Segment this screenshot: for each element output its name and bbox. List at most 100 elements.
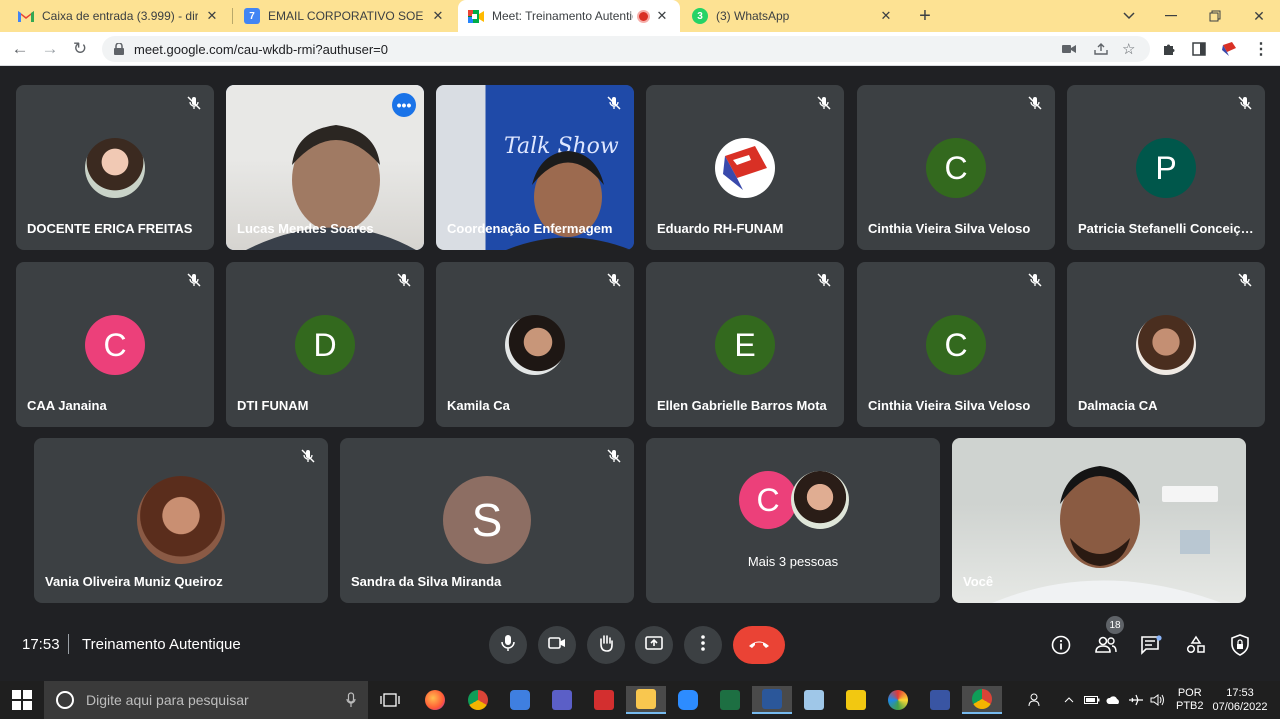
tab-title: Meet: Treinamento Autentique xyxy=(492,9,633,23)
present-screen-button[interactable] xyxy=(635,626,673,664)
side-panel-icon[interactable] xyxy=(1190,40,1208,58)
microphone-icon[interactable] xyxy=(346,692,356,711)
tab-title: EMAIL CORPORATIVO SOEBRAS/ xyxy=(268,9,424,23)
close-tab-icon[interactable]: ✕ xyxy=(204,8,220,24)
participant-tile[interactable]: Vania Oliveira Muniz Queiroz xyxy=(34,438,328,603)
acrobat-icon[interactable] xyxy=(584,686,624,714)
participant-tile[interactable]: C CAA Janaina xyxy=(16,262,214,427)
hand-icon xyxy=(598,634,614,657)
chrome-menu-icon[interactable]: ⋮ xyxy=(1252,40,1270,58)
close-tab-icon[interactable]: ✕ xyxy=(878,8,894,24)
tab-title: (3) WhatsApp xyxy=(716,9,790,23)
participant-name: DTI FUNAM xyxy=(237,398,309,413)
tab-search-chevron-icon[interactable] xyxy=(1108,0,1150,32)
close-window-icon[interactable]: ✕ xyxy=(1238,0,1280,32)
self-view-tile[interactable]: Você xyxy=(952,438,1246,603)
minimize-icon[interactable] xyxy=(1150,0,1192,32)
participant-tile[interactable]: E Ellen Gabrielle Barros Mota xyxy=(646,262,844,427)
bookmark-star-icon[interactable]: ☆ xyxy=(1122,36,1135,62)
windows-start-icon[interactable] xyxy=(12,690,32,710)
participant-tile[interactable]: Kamila Ca xyxy=(436,262,634,427)
meet-icon xyxy=(468,8,484,24)
participant-tile[interactable]: ••• Lucas Mendes Soares xyxy=(226,85,424,250)
activities-icon[interactable] xyxy=(1183,632,1209,658)
tab-email-corporativo[interactable]: 7 EMAIL CORPORATIVO SOEBRAS/ ✕ xyxy=(234,0,456,32)
file-explorer-icon[interactable] xyxy=(626,686,666,714)
close-tab-icon[interactable]: ✕ xyxy=(430,8,446,24)
tab-title: Caixa de entrada (3.999) - diretor xyxy=(42,9,198,23)
settings-app-icon[interactable] xyxy=(500,686,540,714)
more-people-tile[interactable]: C Mais 3 pessoas xyxy=(646,438,940,603)
teams-icon[interactable] xyxy=(542,686,582,714)
participant-name: Você xyxy=(963,574,994,589)
meeting-info-icon[interactable] xyxy=(1048,632,1074,658)
taskbar-search-input[interactable]: Digite aqui para pesquisar xyxy=(44,681,368,719)
tab-gmail[interactable]: Caixa de entrada (3.999) - diretor ✕ xyxy=(8,0,230,32)
mic-off-icon xyxy=(186,272,202,288)
raise-hand-button[interactable] xyxy=(587,626,625,664)
mic-off-icon xyxy=(1237,95,1253,111)
mic-off-icon xyxy=(1027,272,1043,288)
camera-in-use-icon[interactable] xyxy=(1062,36,1076,62)
more-options-icon[interactable]: ••• xyxy=(392,93,416,117)
participant-tile[interactable]: C Cinthia Vieira Silva Veloso xyxy=(857,262,1055,427)
leave-call-button[interactable] xyxy=(733,626,785,664)
chrome-active-icon[interactable] xyxy=(962,686,1002,714)
mic-off-icon xyxy=(396,272,412,288)
participant-tile[interactable]: Eduardo RH-FUNAM xyxy=(646,85,844,250)
zoom-icon[interactable] xyxy=(668,686,708,714)
airplane-mode-icon[interactable] xyxy=(1128,681,1144,719)
more-options-button[interactable] xyxy=(684,626,722,664)
participant-name: Cinthia Vieira Silva Veloso xyxy=(868,221,1031,236)
mic-off-icon xyxy=(606,272,622,288)
battery-icon[interactable] xyxy=(1084,681,1100,719)
people-icon[interactable] xyxy=(1093,632,1119,658)
tab-whatsapp[interactable]: 3 (3) WhatsApp ✕ xyxy=(682,0,904,32)
microphone-button[interactable] xyxy=(489,626,527,664)
chrome-icon[interactable] xyxy=(458,686,498,714)
close-tab-icon[interactable]: ✕ xyxy=(654,8,670,24)
word-icon[interactable] xyxy=(752,686,792,714)
people-tray-icon[interactable] xyxy=(1028,681,1044,719)
system-clock[interactable]: 17:53 07/06/2022 xyxy=(1208,681,1272,719)
participant-tile[interactable]: C Cinthia Vieira Silva Veloso xyxy=(857,85,1055,250)
participant-tile[interactable]: Dalmacia CA xyxy=(1067,262,1265,427)
extensions-puzzle-icon[interactable] xyxy=(1160,40,1178,58)
forward-arrow-icon[interactable]: → xyxy=(38,37,62,61)
volume-icon[interactable] xyxy=(1150,681,1166,719)
profile-extension-icon[interactable] xyxy=(1220,40,1238,58)
power-bi-icon[interactable] xyxy=(836,686,876,714)
participant-tile[interactable]: DOCENTE ERICA FREITAS xyxy=(16,85,214,250)
more-vert-icon xyxy=(701,634,705,656)
restore-icon[interactable] xyxy=(1194,0,1236,32)
share-icon[interactable] xyxy=(1094,36,1108,62)
task-view-icon[interactable] xyxy=(370,686,410,714)
chat-icon[interactable] xyxy=(1138,632,1164,658)
language-indicator[interactable]: POR PTB2 xyxy=(1176,681,1204,719)
host-controls-lock-icon[interactable] xyxy=(1227,632,1253,658)
back-arrow-icon[interactable]: ← xyxy=(8,37,32,61)
camera-button[interactable] xyxy=(538,626,576,664)
avatar: P xyxy=(1136,138,1196,198)
participant-tile[interactable]: Talk Show Coordenação Enfermagem xyxy=(436,85,634,250)
address-bar[interactable]: meet.google.com/cau-wkdb-rmi?authuser=0 … xyxy=(102,36,1150,62)
excel-icon[interactable] xyxy=(710,686,750,714)
paint-icon[interactable] xyxy=(878,686,918,714)
avatar xyxy=(1136,315,1196,375)
new-tab-button[interactable]: + xyxy=(914,6,936,28)
firefox-icon[interactable] xyxy=(415,686,455,714)
tab-meet[interactable]: Meet: Treinamento Autentique ✕ xyxy=(458,0,680,32)
meeting-title: Treinamento Autentique xyxy=(82,636,241,653)
onedrive-icon[interactable] xyxy=(1106,681,1122,719)
tab-separator xyxy=(232,8,233,24)
participant-count-badge: 18 xyxy=(1106,616,1124,634)
show-hidden-icons-chevron[interactable] xyxy=(1064,681,1074,719)
avatar: E xyxy=(715,315,775,375)
participant-tile[interactable]: D DTI FUNAM xyxy=(226,262,424,427)
participant-tile[interactable]: S Sandra da Silva Miranda xyxy=(340,438,634,603)
participant-tile[interactable]: P Patricia Stefanelli Conceição xyxy=(1067,85,1265,250)
notepad-icon[interactable] xyxy=(794,686,834,714)
visio-icon[interactable] xyxy=(920,686,960,714)
reload-icon[interactable]: ↻ xyxy=(68,37,92,61)
participant-name: Dalmacia CA xyxy=(1078,398,1158,413)
